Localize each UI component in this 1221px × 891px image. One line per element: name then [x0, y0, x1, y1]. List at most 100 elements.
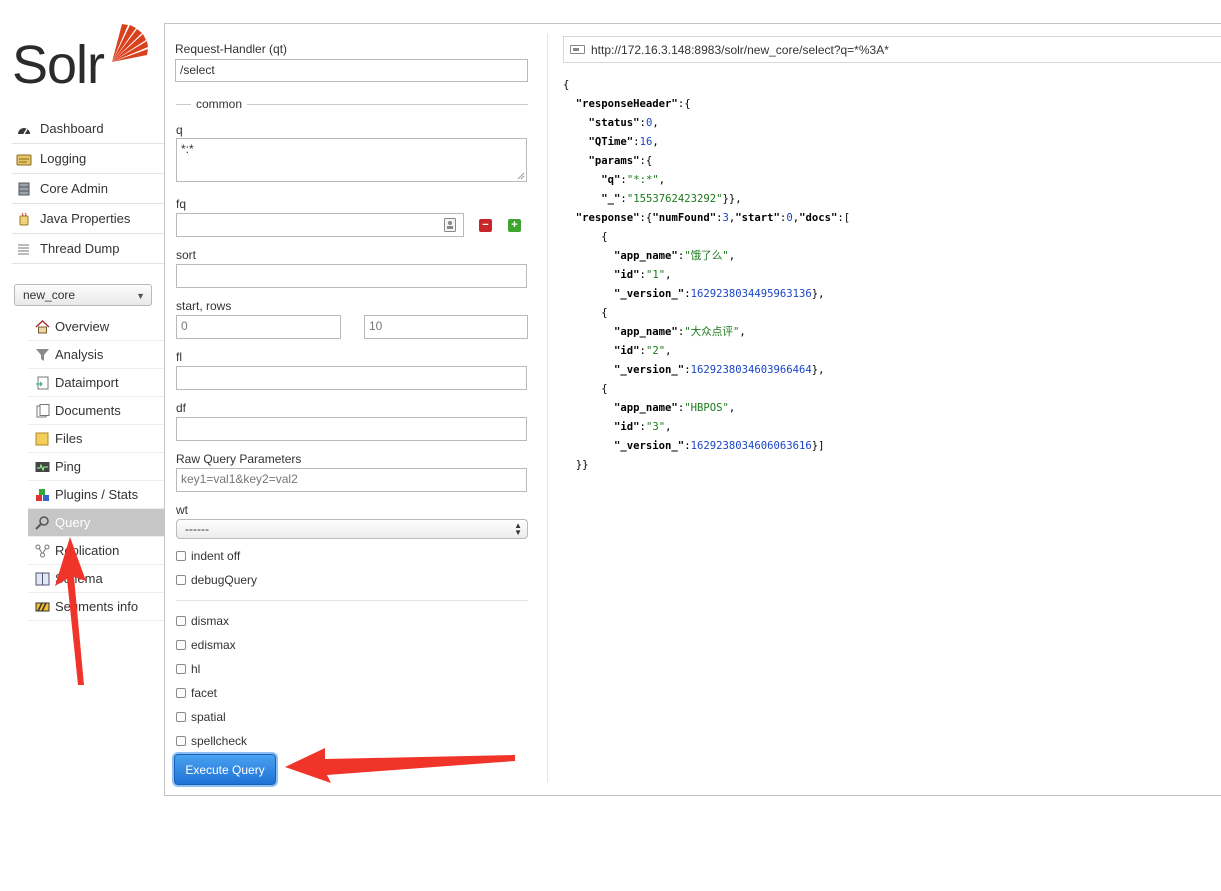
df-input[interactable]: [176, 417, 527, 441]
fl-input[interactable]: [176, 366, 527, 390]
result-url: http://172.16.3.148:8983/solr/new_core/s…: [591, 42, 889, 57]
nav-label: Core Admin: [40, 181, 108, 196]
checkbox-box[interactable]: [176, 640, 186, 650]
common-legend: common: [191, 97, 248, 111]
core-nav-query[interactable]: Query: [28, 509, 164, 537]
checkbox-label: dismax: [191, 614, 230, 628]
json-line: "params":{: [588, 155, 653, 167]
facet-checkbox[interactable]: facet: [176, 686, 217, 700]
segments-icon: [35, 600, 50, 614]
checkbox-box[interactable]: [176, 688, 186, 698]
sun-burst-icon: [112, 24, 148, 62]
checkbox-label: edismax: [191, 638, 236, 652]
sort-input[interactable]: [176, 264, 527, 288]
start-input[interactable]: 0: [176, 315, 341, 339]
json-line: "responseHeader":{: [575, 98, 691, 110]
json-line: "app_name":"HBPOS",: [614, 402, 736, 414]
checkbox-label: indent off: [191, 549, 241, 563]
documents-icon: [35, 403, 50, 418]
execute-query-button[interactable]: Execute Query: [174, 754, 276, 785]
core-nav-label: Ping: [55, 459, 82, 474]
json-line: "q":"*:*",: [601, 174, 666, 186]
link-icon: [570, 45, 585, 54]
dismax-checkbox[interactable]: dismax: [176, 614, 229, 628]
nav-item-dashboard[interactable]: Dashboard: [12, 114, 164, 144]
funnel-icon: [35, 348, 50, 362]
select-arrows-icon: ▲ ▼: [514, 521, 522, 537]
checkbox-label: spellcheck: [191, 734, 248, 748]
wt-label: wt: [176, 503, 188, 517]
core-nav-segments-info[interactable]: Segments info: [28, 593, 164, 621]
common-fieldset: common: [176, 97, 528, 111]
checkbox-box[interactable]: [176, 575, 186, 585]
json-line: {: [563, 79, 570, 91]
remove-fq-button[interactable]: −: [479, 219, 492, 232]
core-nav-ping[interactable]: Ping: [28, 453, 164, 481]
core-selector-value: new_core: [23, 288, 76, 302]
import-icon: [35, 376, 50, 390]
qt-input[interactable]: /select: [175, 59, 528, 82]
core-nav-overview[interactable]: Overview: [28, 313, 164, 341]
magnifier-icon: [35, 515, 50, 530]
core-nav-label: Segments info: [55, 599, 139, 614]
checkbox-box[interactable]: [176, 551, 186, 561]
nav-item-thread-dump[interactable]: Thread Dump: [12, 234, 164, 264]
replication-icon: [35, 544, 50, 558]
q-label: q: [176, 123, 183, 137]
core-nav-dataimport[interactable]: Dataimport: [28, 369, 164, 397]
logging-icon: [16, 152, 32, 166]
solr-logo[interactable]: Solr: [12, 22, 148, 95]
nav-label: Java Properties: [40, 211, 131, 226]
raw-params-label: Raw Query Parameters: [176, 452, 302, 466]
core-nav-files[interactable]: Files: [28, 425, 164, 453]
contact-card-icon: [444, 218, 456, 232]
nav-label: Logging: [40, 151, 87, 166]
result-url-bar[interactable]: http://172.16.3.148:8983/solr/new_core/s…: [563, 36, 1221, 63]
hl-checkbox[interactable]: hl: [176, 662, 200, 676]
core-selector[interactable]: new_core ▼: [14, 284, 152, 306]
chevron-down-icon: ▼: [136, 291, 145, 301]
logo-wordmark: Solr: [12, 35, 105, 95]
core-nav-label: Schema: [55, 571, 103, 586]
raw-params-input[interactable]: key1=val1&key2=val2: [176, 468, 527, 492]
core-navigation: Overview Analysis Dataimport Documents F…: [28, 313, 164, 621]
folder-icon: [35, 432, 50, 446]
debug-query-checkbox[interactable]: debugQuery: [176, 573, 257, 587]
nav-item-java-properties[interactable]: Java Properties: [12, 204, 164, 234]
core-nav-replication[interactable]: Replication: [28, 537, 164, 565]
spellcheck-checkbox[interactable]: spellcheck: [176, 734, 247, 748]
nav-item-logging[interactable]: Logging: [12, 144, 164, 174]
main-navigation: Dashboard Logging Core Admin Java Proper…: [12, 114, 164, 264]
nav-label: Dashboard: [40, 121, 104, 136]
add-fq-button[interactable]: +: [508, 219, 521, 232]
core-nav-label: Dataimport: [55, 375, 119, 390]
spatial-checkbox[interactable]: spatial: [176, 710, 226, 724]
checkbox-box[interactable]: [176, 616, 186, 626]
wt-select[interactable]: ------ ▲ ▼: [176, 519, 528, 539]
wt-select-value: ------: [185, 522, 209, 536]
rows-input[interactable]: 10: [364, 315, 528, 339]
json-line: "app_name":"饿了么",: [614, 250, 736, 262]
q-textarea[interactable]: *:*: [176, 138, 527, 182]
indent-off-checkbox[interactable]: indent off: [176, 549, 240, 563]
core-nav-documents[interactable]: Documents: [28, 397, 164, 425]
json-line: "QTime":16,: [588, 136, 659, 148]
thread-dump-icon: [16, 242, 32, 256]
edismax-checkbox[interactable]: edismax: [176, 638, 236, 652]
json-line: "response":{"numFound":3,"start":0,"docs…: [575, 212, 851, 224]
checkbox-box[interactable]: [176, 712, 186, 722]
nav-item-core-admin[interactable]: Core Admin: [12, 174, 164, 204]
json-line: "_version_":1629238034606063616}]: [614, 440, 825, 452]
checkbox-box[interactable]: [176, 664, 186, 674]
dashboard-icon: [16, 122, 32, 136]
json-line: "_":"1553762423292"}},: [601, 193, 742, 205]
core-nav-schema[interactable]: Schema: [28, 565, 164, 593]
core-nav-plugins-stats[interactable]: Plugins / Stats: [28, 481, 164, 509]
fq-input[interactable]: [176, 213, 464, 237]
core-nav-label: Files: [55, 431, 83, 446]
divider: [176, 600, 528, 601]
checkbox-box[interactable]: [176, 736, 186, 746]
ping-icon: [35, 460, 50, 474]
core-nav-analysis[interactable]: Analysis: [28, 341, 164, 369]
json-line: }}: [563, 459, 589, 471]
